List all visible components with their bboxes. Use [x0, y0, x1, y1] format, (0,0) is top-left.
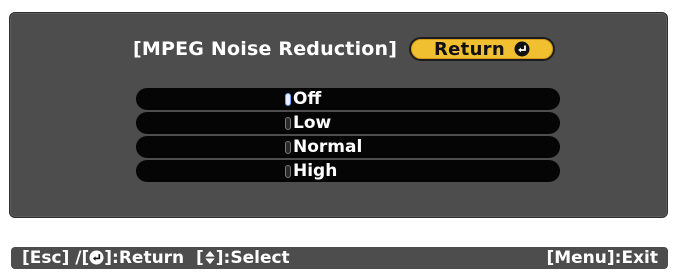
return-hint: ]:Return: [104, 248, 185, 268]
option-list: Off Low Normal High: [136, 88, 560, 184]
noise-reduction-dialog: [MPEG Noise Reduction] Return Off Low No…: [9, 12, 668, 218]
enter-icon: [89, 250, 104, 265]
return-button-label: Return: [434, 38, 505, 60]
up-down-arrows-icon: [204, 250, 216, 265]
selection-indicator: [285, 93, 291, 106]
selection-indicator: [285, 141, 291, 154]
option-label: High: [293, 161, 338, 181]
option-off[interactable]: Off: [136, 88, 560, 110]
select-hint-prefix: [: [196, 248, 204, 268]
esc-hint-prefix: [Esc] /[: [22, 248, 90, 268]
selection-indicator: [285, 165, 291, 178]
select-hint: ]:Select: [215, 248, 290, 268]
exit-hint: [Menu]:Exit: [546, 248, 658, 268]
dialog-title: [MPEG Noise Reduction]: [133, 38, 398, 60]
option-label: Low: [293, 113, 332, 133]
option-high[interactable]: High: [136, 160, 560, 182]
option-label: Normal: [293, 137, 363, 157]
option-label: Off: [293, 89, 322, 109]
option-normal[interactable]: Normal: [136, 136, 560, 158]
help-hints: [Esc] /[ ]:Return [ ]:Select: [22, 247, 290, 269]
help-bar: [Esc] /[ ]:Return [ ]:Select [Menu]:Exit: [11, 247, 668, 269]
enter-icon: [514, 41, 530, 57]
dialog-header: [MPEG Noise Reduction] Return: [10, 35, 667, 63]
option-low[interactable]: Low: [136, 112, 560, 134]
return-button[interactable]: Return: [409, 37, 555, 61]
selection-indicator: [285, 117, 291, 130]
